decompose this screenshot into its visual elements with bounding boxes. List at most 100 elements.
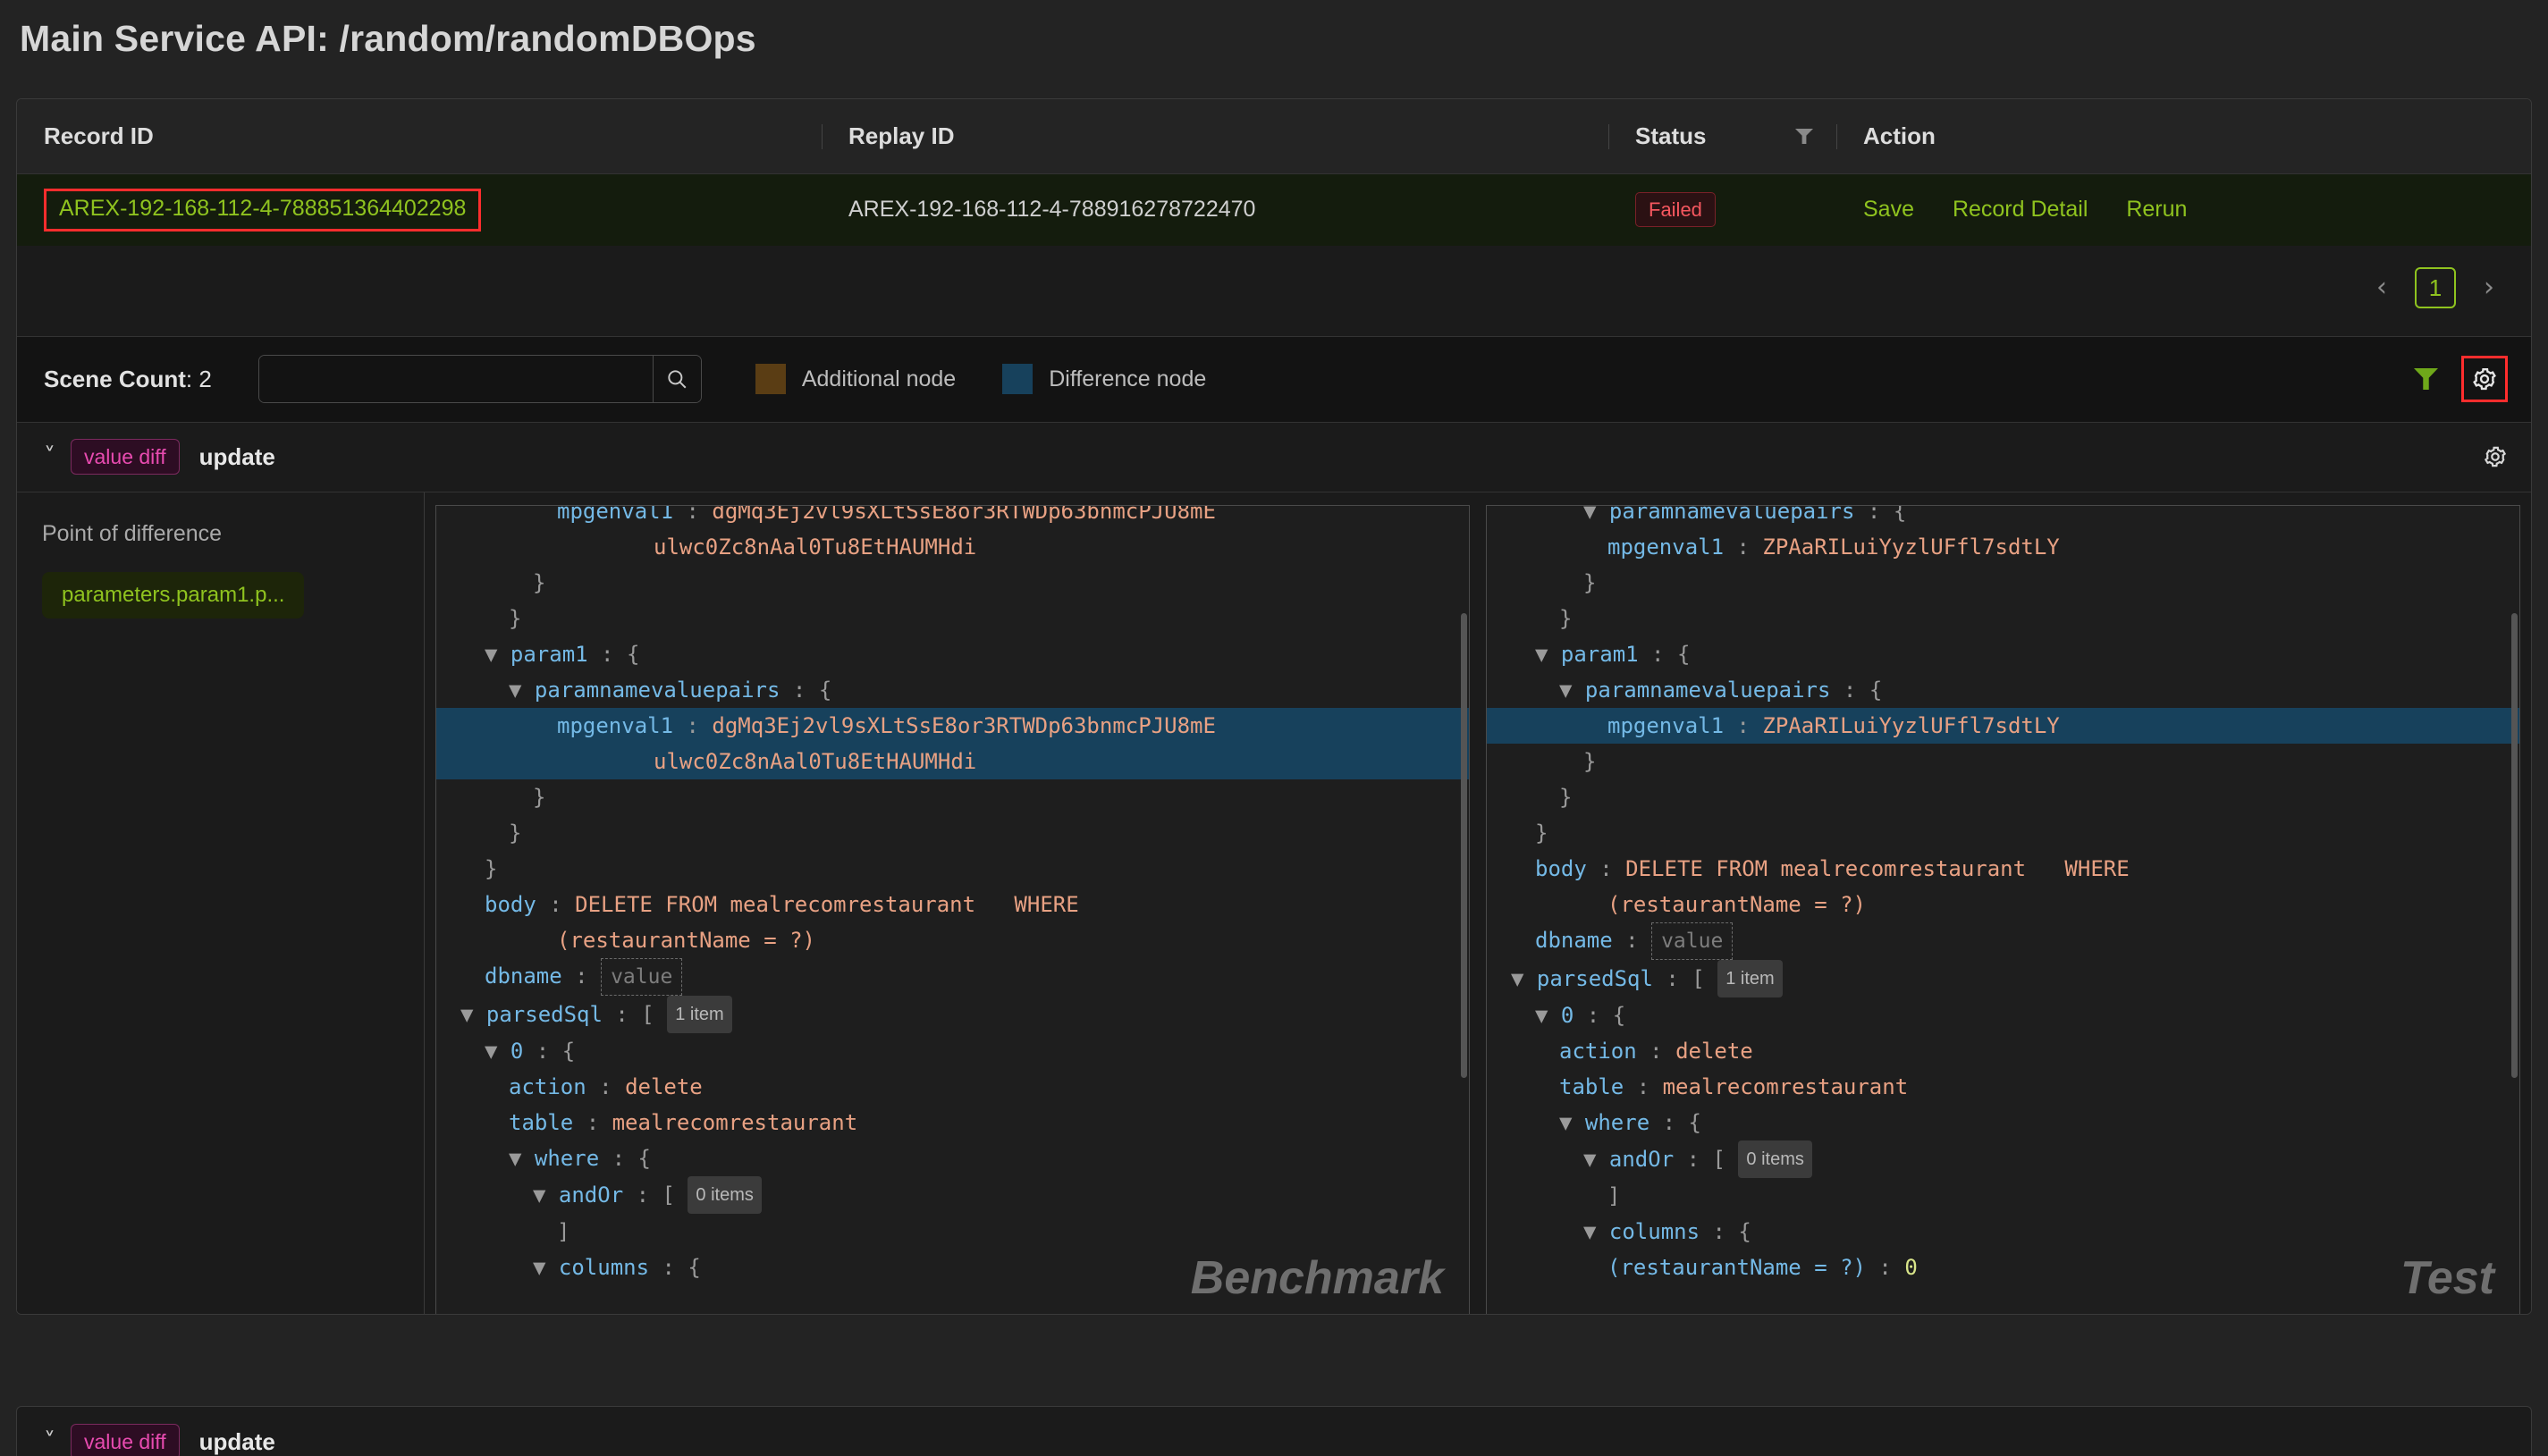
- json-row[interactable]: }: [1487, 815, 2519, 851]
- value-placeholder[interactable]: value: [1651, 922, 1734, 960]
- expand-arrow-icon[interactable]: ▼: [1583, 1219, 1609, 1244]
- expand-arrow-icon[interactable]: ▼: [1583, 506, 1609, 524]
- search-button[interactable]: [652, 356, 701, 402]
- json-row[interactable]: ▼ columns : {: [1487, 1214, 2519, 1250]
- json-row[interactable]: }: [436, 815, 1469, 851]
- json-row[interactable]: ▼ columns : {: [436, 1250, 1469, 1285]
- expand-arrow-icon[interactable]: ▼: [460, 1002, 486, 1027]
- value-diff-tag[interactable]: value diff: [71, 438, 180, 476]
- save-button[interactable]: Save: [1863, 197, 1914, 222]
- json-row[interactable]: body : DELETE FROM mealrecomrestaurant W…: [1487, 851, 2519, 887]
- json-row[interactable]: ▼ parsedSql : [ 1 item: [436, 995, 1469, 1033]
- json-row[interactable]: ▼ andOr : [ 0 items: [1487, 1140, 2519, 1178]
- value-placeholder[interactable]: value: [601, 957, 683, 996]
- json-row[interactable]: table : mealrecomrestaurant: [436, 1105, 1469, 1140]
- json-row[interactable]: }: [436, 779, 1469, 815]
- json-row[interactable]: mpgenval1 : dgMq3Ej2vl9sXLtSsE8or3RTWDp6…: [436, 707, 1469, 744]
- json-row[interactable]: mpgenval1 : dgMq3Ej2vl9sXLtSsE8or3RTWDp6…: [436, 506, 1469, 529]
- json-row[interactable]: ]: [436, 1214, 1469, 1250]
- json-row[interactable]: ▼ paramnamevaluepairs : {: [1487, 506, 2519, 529]
- expand-arrow-icon[interactable]: ▼: [533, 1182, 559, 1208]
- json-row[interactable]: ]: [1487, 1178, 2519, 1214]
- json-row[interactable]: (restaurantName = ?): [1487, 887, 2519, 922]
- json-punct: {: [688, 1254, 701, 1280]
- json-row[interactable]: action : delete: [436, 1069, 1469, 1105]
- record-id-value[interactable]: AREX-192-168-112-4-788851364402298: [44, 189, 482, 231]
- json-key: action: [509, 1073, 586, 1099]
- test-scrollbar[interactable]: [2511, 612, 2518, 1078]
- benchmark-scroll[interactable]: mpgenval1 : dgMq3Ej2vl9sXLtSsE8or3RTWDp6…: [436, 506, 1469, 1314]
- expand-arrow-icon[interactable]: ▼: [1535, 642, 1561, 667]
- diff-section-title: update: [198, 442, 275, 470]
- expand-arrow-icon[interactable]: ▼: [485, 642, 510, 667]
- json-key: parsedSql: [1536, 965, 1653, 991]
- benchmark-scrollbar[interactable]: [1461, 612, 1467, 1078]
- expand-arrow-icon[interactable]: ▼: [1559, 1110, 1585, 1135]
- cell-action: Save Record Detail Rerun: [1836, 173, 2531, 246]
- json-row[interactable]: }: [436, 851, 1469, 887]
- expand-arrow-icon[interactable]: ▼: [1559, 678, 1585, 703]
- diff-panes: mpgenval1 : dgMq3Ej2vl9sXLtSsE8or3RTWDp6…: [425, 492, 2531, 1314]
- expand-arrow-icon[interactable]: ▼: [533, 1255, 559, 1280]
- json-row[interactable]: table : mealrecomrestaurant: [1487, 1069, 2519, 1105]
- json-sep: :: [673, 712, 713, 738]
- pagination-prev-icon[interactable]: ‹: [2367, 274, 2397, 301]
- json-row[interactable]: ▼ 0 : {: [436, 1033, 1469, 1069]
- funnel-filter-icon[interactable]: [2414, 368, 2438, 390]
- expand-arrow-icon[interactable]: ▼: [509, 678, 535, 703]
- json-row[interactable]: ▼ paramnamevaluepairs : {: [1487, 672, 2519, 708]
- json-row[interactable]: }: [1487, 565, 2519, 601]
- json-row[interactable]: ulwc0Zc8nAal0Tu8EtHAUMHdi: [436, 743, 1469, 779]
- point-of-difference-item[interactable]: parameters.param1.p...: [42, 571, 305, 619]
- benchmark-json-tree: mpgenval1 : dgMq3Ej2vl9sXLtSsE8or3RTWDp6…: [436, 506, 1469, 1285]
- next-diff-section-header: ˅ value diff update: [17, 1407, 2531, 1456]
- settings-button[interactable]: [2461, 356, 2508, 402]
- json-row[interactable]: (restaurantName = ?) : 0: [1487, 1250, 2519, 1285]
- json-row[interactable]: dbname : value: [1487, 922, 2519, 960]
- json-row[interactable]: ▼ param1 : {: [1487, 636, 2519, 672]
- json-row[interactable]: dbname : value: [436, 957, 1469, 996]
- json-row[interactable]: mpgenval1 : ZPAaRILuiYyzlUFfl7sdtLY: [1487, 529, 2519, 565]
- pagination-page-1[interactable]: 1: [2415, 267, 2456, 308]
- json-key: mpgenval1: [1607, 712, 1725, 738]
- json-row[interactable]: }: [1487, 601, 2519, 636]
- json-sep: :: [1865, 1254, 1905, 1280]
- expand-arrow-icon[interactable]: ▼: [509, 1146, 535, 1171]
- pagination-next-icon[interactable]: ›: [2474, 274, 2504, 301]
- json-row[interactable]: }: [1487, 779, 2519, 815]
- record-detail-button[interactable]: Record Detail: [1953, 197, 2088, 222]
- json-row[interactable]: }: [436, 565, 1469, 601]
- expand-arrow-icon[interactable]: ▼: [1583, 1147, 1609, 1172]
- json-row[interactable]: body : DELETE FROM mealrecomrestaurant W…: [436, 887, 1469, 922]
- next-collapse-chevron-down-icon[interactable]: ˅: [44, 1428, 71, 1455]
- json-row[interactable]: ▼ where : {: [1487, 1105, 2519, 1140]
- expand-arrow-icon[interactable]: ▼: [1535, 1003, 1561, 1028]
- json-row[interactable]: mpgenval1 : ZPAaRILuiYyzlUFfl7sdtLY: [1487, 707, 2519, 744]
- json-sep: :: [1700, 1218, 1739, 1244]
- json-sep: :: [1724, 534, 1763, 560]
- collapse-chevron-down-icon[interactable]: ˅: [44, 443, 71, 470]
- json-row[interactable]: ▼ 0 : {: [1487, 997, 2519, 1033]
- json-row[interactable]: ▼ param1 : {: [436, 636, 1469, 672]
- rerun-button[interactable]: Rerun: [2126, 197, 2187, 222]
- json-row[interactable]: }: [436, 601, 1469, 636]
- json-punct: }: [1583, 569, 1597, 595]
- search-input[interactable]: [258, 356, 653, 402]
- json-row[interactable]: ▼ parsedSql : [ 1 item: [1487, 959, 2519, 997]
- next-value-diff-tag[interactable]: value diff: [71, 1423, 180, 1456]
- expand-arrow-icon[interactable]: ▼: [1511, 966, 1537, 991]
- filter-icon[interactable]: [1795, 129, 1813, 144]
- json-row[interactable]: (restaurantName = ?): [436, 922, 1469, 958]
- json-row[interactable]: }: [1487, 744, 2519, 779]
- item-count-chip: 1 item: [1717, 959, 1783, 997]
- test-scroll[interactable]: ▼ paramnamevaluepairs : {mpgenval1 : ZPA…: [1487, 506, 2519, 1314]
- expand-arrow-icon[interactable]: ▼: [485, 1039, 510, 1064]
- json-row[interactable]: ▼ paramnamevaluepairs : {: [436, 672, 1469, 708]
- json-key: 0: [510, 1038, 524, 1064]
- json-row[interactable]: ▼ andOr : [ 0 items: [436, 1175, 1469, 1214]
- json-punct: {: [1612, 1002, 1626, 1028]
- json-row[interactable]: ▼ where : {: [436, 1140, 1469, 1176]
- json-row[interactable]: ulwc0Zc8nAal0Tu8EtHAUMHdi: [436, 529, 1469, 565]
- json-row[interactable]: action : delete: [1487, 1033, 2519, 1069]
- diff-section-settings-button[interactable]: [2483, 444, 2508, 469]
